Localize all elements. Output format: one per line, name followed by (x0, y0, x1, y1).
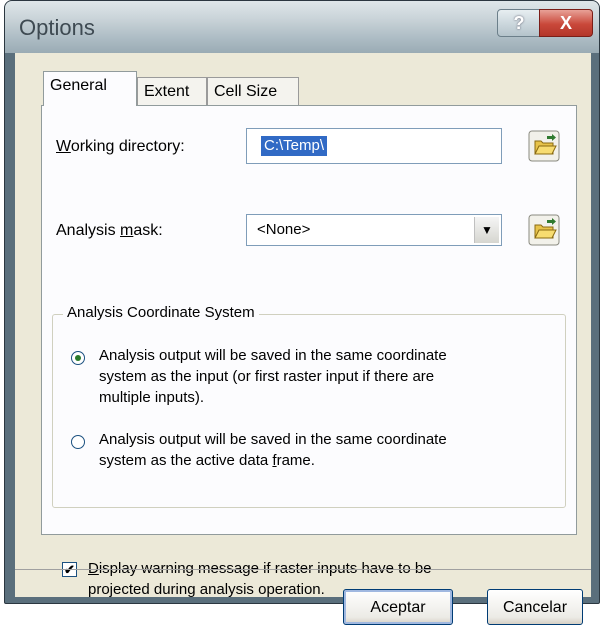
browse-working-directory-button[interactable] (528, 130, 560, 162)
working-directory-input[interactable]: C:\Temp\ (246, 128, 502, 164)
radio-same-as-input-label: Analysis output will be saved in the sam… (99, 347, 447, 406)
title-bar[interactable]: Options ? X (5, 1, 599, 53)
analysis-mask-value: <None> (257, 221, 311, 238)
radio-same-as-data-frame[interactable] (71, 435, 85, 449)
footer-divider (15, 569, 591, 570)
analysis-mask-select[interactable]: <None> ▼ (246, 214, 502, 246)
help-button[interactable]: ? (497, 9, 541, 37)
open-folder-icon (528, 130, 560, 162)
coordinate-system-group: Analysis Coordinate System Analysis outp… (52, 304, 566, 508)
cancel-button[interactable]: Cancelar (487, 589, 583, 625)
tab-cell-size[interactable]: Cell Size (207, 77, 299, 105)
options-dialog: Options ? X General Extent Cell Size Wor… (4, 0, 600, 625)
working-directory-label: Working directory: (56, 138, 185, 155)
dialog-client-area: General Extent Cell Size Working directo… (15, 53, 591, 625)
coordinate-system-group-title: Analysis Coordinate System (63, 304, 259, 321)
close-button[interactable]: X (539, 9, 593, 37)
chevron-down-icon[interactable]: ▼ (474, 217, 499, 243)
browse-analysis-mask-button[interactable] (528, 214, 560, 246)
display-warning-label: Display warning message if raster inputs… (88, 560, 432, 598)
ok-button[interactable]: Aceptar (343, 589, 453, 625)
open-folder-icon (528, 214, 560, 246)
working-directory-value: C:\Temp\ (261, 136, 328, 156)
window-title: Options (19, 15, 95, 40)
general-tab-panel: Working directory: C:\Temp\ Analysis mas… (41, 105, 577, 598)
analysis-mask-label: Analysis mask: (56, 222, 163, 239)
radio-same-as-data-frame-label: Analysis output will be saved in the sam… (99, 431, 447, 469)
radio-same-as-input[interactable] (71, 351, 85, 365)
tab-extent[interactable]: Extent (137, 77, 207, 105)
tab-general[interactable]: General (43, 71, 137, 106)
